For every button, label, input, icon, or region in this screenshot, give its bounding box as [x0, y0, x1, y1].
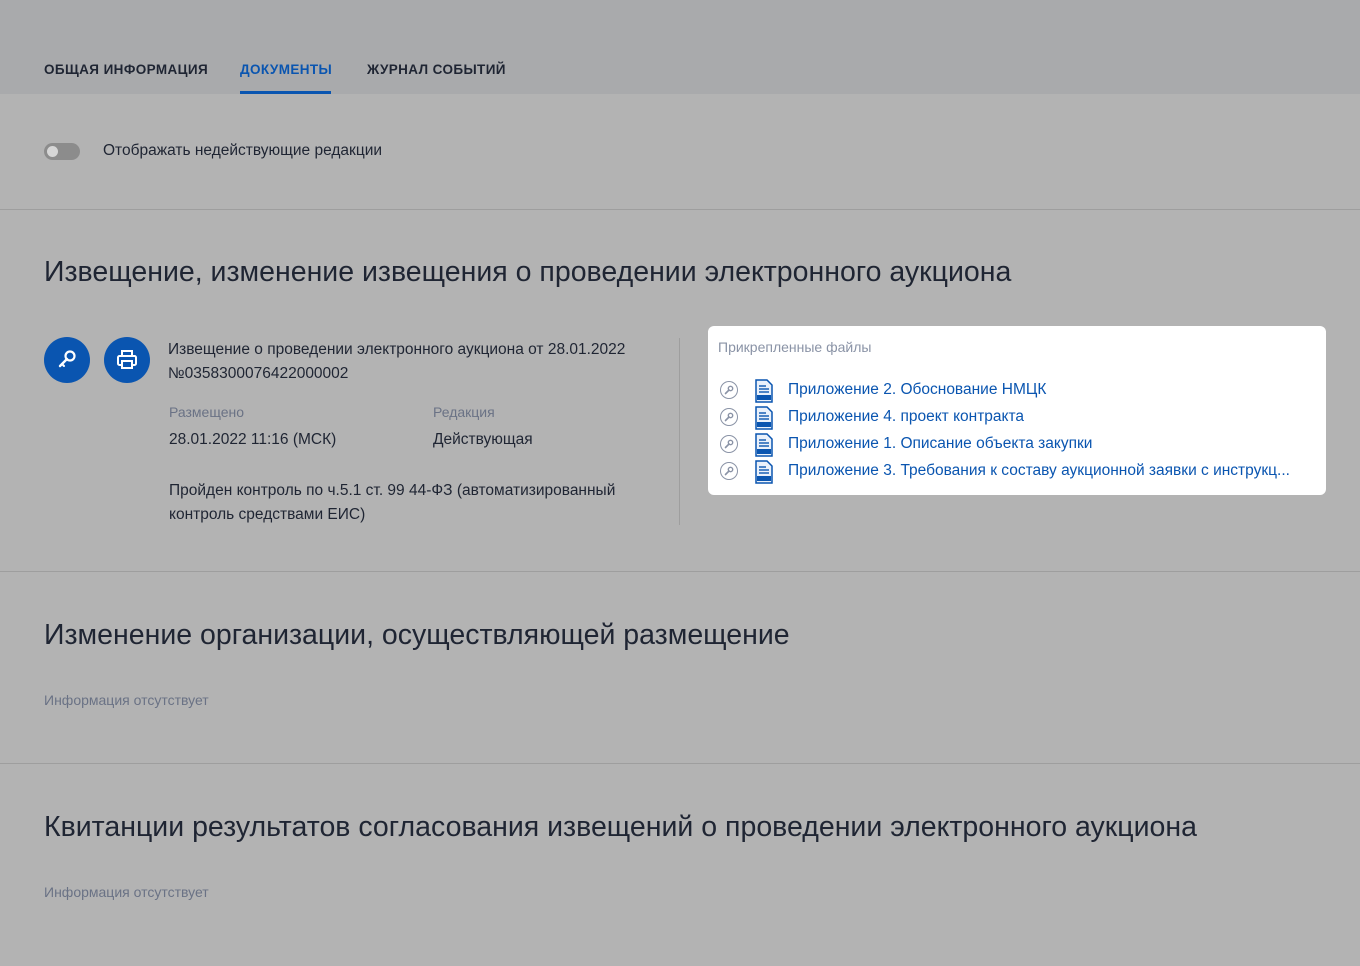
- tab-event-log[interactable]: ЖУРНАЛ СОБЫТИЙ: [367, 62, 506, 77]
- file-row: Приложение 4. проект контракта: [718, 406, 1318, 430]
- section-divider: [0, 209, 1360, 210]
- file-link[interactable]: Приложение 2. Обоснование НМЦК: [788, 381, 1318, 399]
- control-status-text: Пройден контроль по ч.5.1 ст. 99 44-ФЗ (…: [169, 482, 616, 523]
- docx-file-icon: [755, 433, 773, 457]
- vertical-divider: [679, 338, 680, 525]
- file-link[interactable]: Приложение 4. проект контракта: [788, 408, 1318, 426]
- key-icon: [58, 350, 76, 368]
- attached-files-header: Прикрепленные файлы: [718, 339, 872, 355]
- section-divider: [0, 763, 1360, 764]
- receipts-section-title: Квитанции результатов согласования извещ…: [44, 811, 1197, 843]
- signature-icon[interactable]: [720, 408, 738, 426]
- toggle-label: Отображать недействующие редакции: [103, 142, 383, 159]
- org-change-section-title: Изменение организации, осуществляющей ра…: [44, 619, 790, 651]
- file-link[interactable]: Приложение 3. Требования к составу аукци…: [788, 462, 1318, 480]
- notice-document-title[interactable]: Извещение о проведении электронного аукц…: [168, 338, 668, 386]
- edition-value: Действующая: [433, 431, 533, 448]
- file-row: Приложение 3. Требования к составу аукци…: [718, 460, 1318, 484]
- section-divider: [0, 571, 1360, 572]
- printer-icon: [117, 350, 137, 369]
- attached-files-panel: Прикрепленные файлы Приложение 2. Обосно…: [708, 326, 1326, 495]
- no-info-text: Информация отсутствует: [44, 884, 209, 900]
- signature-icon[interactable]: [720, 462, 738, 480]
- file-row: Приложение 1. Описание объекта закупки: [718, 433, 1318, 457]
- placed-label: Размещено: [169, 404, 244, 420]
- docx-file-icon: [755, 460, 773, 484]
- placed-value: 28.01.2022 11:16 (МСК): [169, 431, 337, 448]
- file-link[interactable]: Приложение 1. Описание объекта закупки: [788, 435, 1318, 453]
- active-tab-indicator: [240, 91, 331, 94]
- view-button[interactable]: [44, 337, 90, 383]
- no-info-text: Информация отсутствует: [44, 692, 209, 708]
- notice-section-title: Извещение, изменение извещения о проведе…: [44, 256, 1012, 288]
- signature-icon[interactable]: [720, 435, 738, 453]
- toggle-knob: [47, 146, 58, 157]
- file-row: Приложение 2. Обоснование НМЦК: [718, 379, 1318, 403]
- docx-file-icon: [755, 406, 773, 430]
- show-inactive-editions-toggle[interactable]: [44, 143, 80, 160]
- docx-file-icon: [755, 379, 773, 403]
- tab-general-info[interactable]: ОБЩАЯ ИНФОРМАЦИЯ: [44, 62, 208, 77]
- signature-icon[interactable]: [720, 381, 738, 399]
- edition-label: Редакция: [433, 404, 495, 420]
- print-button[interactable]: [104, 337, 150, 383]
- tab-documents[interactable]: ДОКУМЕНТЫ: [240, 62, 332, 77]
- tabs-bar: ОБЩАЯ ИНФОРМАЦИЯ ДОКУМЕНТЫ ЖУРНАЛ СОБЫТИ…: [0, 0, 1360, 94]
